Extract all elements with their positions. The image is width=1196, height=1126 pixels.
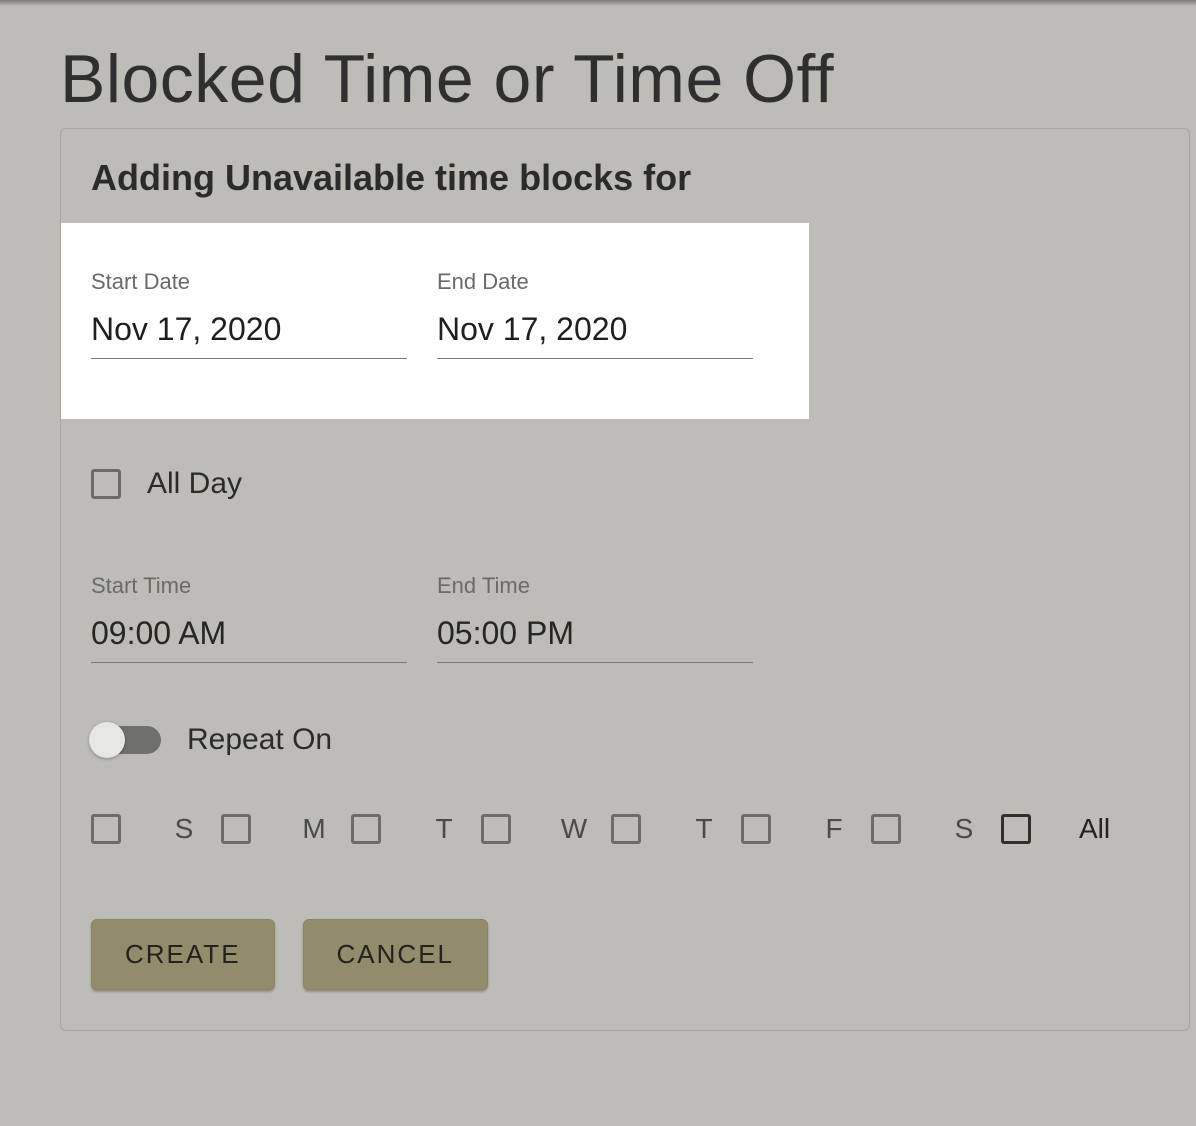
day-cell-thu: T [611,813,719,845]
toggle-knob [89,722,125,758]
cancel-button[interactable]: CANCEL [303,919,488,990]
page-title: Blocked Time or Time Off [60,40,1196,118]
repeat-toggle[interactable] [91,726,161,754]
day-checkbox-mon[interactable] [221,814,251,844]
day-checkbox-all[interactable] [1001,814,1031,844]
all-day-label: All Day [147,467,242,501]
day-label-fri: F [819,813,849,845]
day-cell-all: All [1001,813,1110,845]
day-checkbox-fri[interactable] [741,814,771,844]
window-top-shadow [0,0,1196,6]
day-label-all: All [1079,813,1110,845]
day-label-sun: S [169,813,199,845]
day-cell-mon: M [221,813,329,845]
day-checkbox-wed[interactable] [481,814,511,844]
day-cell-wed: W [481,813,589,845]
day-cell-sun: S [91,813,199,845]
day-label-mon: M [299,813,329,845]
date-range-panel: Start Date End Date [61,223,809,419]
end-time-field: End Time [437,573,753,663]
page-container: Blocked Time or Time Off Adding Unavaila… [0,0,1196,1031]
day-label-tue: T [429,813,459,845]
start-date-label: Start Date [91,269,407,295]
day-label-thu: T [689,813,719,845]
end-time-input[interactable] [437,613,753,663]
day-label-wed: W [559,813,589,845]
card-subtitle: Adding Unavailable time blocks for [91,157,1159,199]
day-cell-tue: T [351,813,459,845]
end-time-label: End Time [437,573,753,599]
end-date-input[interactable] [437,309,753,359]
all-day-checkbox[interactable] [91,469,121,499]
start-time-input[interactable] [91,613,407,663]
day-cell-fri: F [741,813,849,845]
start-date-input[interactable] [91,309,407,359]
start-time-label: Start Time [91,573,407,599]
days-row: S M T W T F S [91,813,1159,845]
end-date-label: End Date [437,269,753,295]
repeat-toggle-row: Repeat On [91,723,1159,757]
repeat-label: Repeat On [187,723,332,757]
create-button[interactable]: CREATE [91,919,275,990]
start-time-field: Start Time [91,573,407,663]
all-day-row: All Day [91,467,1159,501]
day-label-sat: S [949,813,979,845]
time-range-row: Start Time End Time [91,573,1159,663]
day-checkbox-thu[interactable] [611,814,641,844]
day-checkbox-sun[interactable] [91,814,121,844]
day-checkbox-tue[interactable] [351,814,381,844]
start-date-field: Start Date [91,269,407,359]
day-cell-sat: S [871,813,979,845]
form-card: Adding Unavailable time blocks for Start… [60,128,1190,1031]
buttons-row: CREATE CANCEL [91,919,1159,990]
day-checkbox-sat[interactable] [871,814,901,844]
end-date-field: End Date [437,269,753,359]
